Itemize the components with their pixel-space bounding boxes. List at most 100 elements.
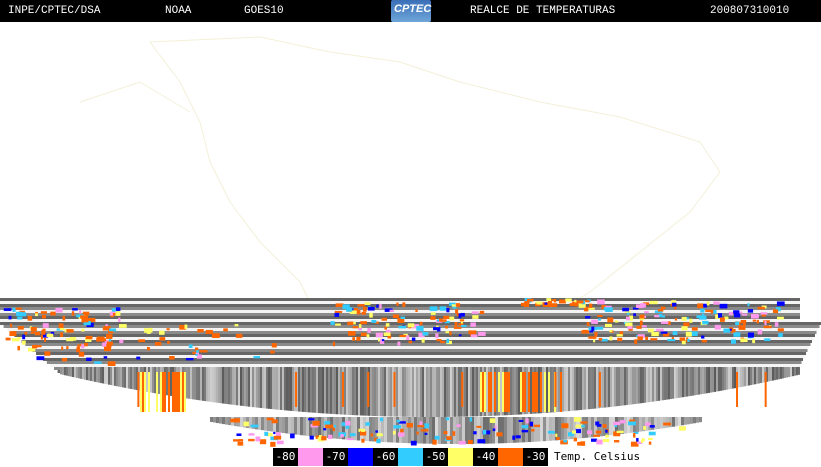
- pixel-block: [714, 324, 721, 330]
- pixel-block: [713, 301, 720, 305]
- pixel-block: [384, 367, 386, 417]
- pixel-block: [326, 367, 328, 414]
- pixel-block: [412, 367, 414, 417]
- pixel-block: [674, 367, 676, 399]
- pixel-block: [438, 417, 441, 444]
- pixel-block: [414, 367, 416, 417]
- pixel-block: [561, 423, 569, 429]
- pixel-block: [84, 367, 86, 380]
- pixel-block: [250, 367, 252, 407]
- pixel-block: [752, 367, 754, 385]
- pixel-block: [404, 367, 406, 417]
- pixel-block: [284, 367, 286, 411]
- pixel-block: [422, 331, 429, 336]
- pixel-block: [626, 316, 630, 321]
- pixel-block: [663, 417, 666, 429]
- pixel-block: [639, 320, 643, 326]
- pixel-block: [137, 372, 140, 407]
- pixel-block: [526, 367, 528, 415]
- pixel-block: [507, 417, 510, 444]
- pixel-block: [19, 312, 27, 317]
- pixel-block: [106, 343, 112, 348]
- pixel-block: [93, 361, 102, 364]
- pixel-block: [768, 367, 770, 382]
- pixel-block: [662, 315, 666, 318]
- pixel-block: [279, 417, 282, 433]
- pixel-block: [764, 338, 771, 341]
- pixel-block: [291, 417, 294, 435]
- pixel-block: [424, 432, 428, 436]
- pixel-block: [604, 323, 612, 328]
- pixel-block: [411, 337, 416, 341]
- pixel-block: [351, 310, 357, 313]
- pixel-block: [460, 312, 465, 317]
- pixel-block: [60, 332, 64, 338]
- pixel-block: [108, 367, 110, 385]
- pixel-block: [618, 367, 620, 406]
- pixel-block: [597, 417, 600, 437]
- pixel-block: [352, 367, 354, 416]
- pixel-block: [465, 417, 468, 444]
- pixel-block: [292, 367, 294, 412]
- pixel-block: [508, 372, 510, 412]
- pixel-block: [164, 372, 166, 412]
- pixel-block: [498, 372, 500, 412]
- pixel-block: [552, 417, 555, 441]
- pixel-block: [370, 433, 374, 437]
- pixel-block: [774, 367, 776, 381]
- pixel-block: [86, 367, 88, 381]
- pixel-block: [449, 316, 455, 321]
- pixel-block: [42, 323, 49, 328]
- pixel-block: [12, 307, 16, 312]
- pixel-block: [596, 367, 598, 409]
- pixel-block: [365, 422, 370, 426]
- pixel-block: [546, 298, 552, 302]
- pixel-block: [641, 439, 644, 444]
- pixel-block: [195, 353, 198, 356]
- pixel-block: [36, 356, 45, 361]
- pixel-block: [655, 328, 664, 332]
- pixel-block: [782, 367, 784, 379]
- pixel-block: [575, 429, 582, 434]
- pixel-block: [210, 417, 213, 422]
- pixel-block: [114, 367, 116, 386]
- pixel-block: [428, 367, 430, 417]
- legend-label: -60: [373, 448, 398, 466]
- pixel-block: [118, 324, 127, 328]
- pixel-block: [70, 367, 72, 377]
- pixel-block: [672, 367, 674, 399]
- pixel-block: [456, 313, 459, 317]
- pixel-block: [640, 367, 642, 404]
- pixel-block: [587, 307, 595, 310]
- pixel-block: [580, 367, 582, 410]
- pixel-block: [605, 307, 613, 312]
- pixel-block: [444, 367, 446, 417]
- cloud-band: [0, 298, 821, 447]
- pixel-block: [234, 324, 239, 327]
- pixel-block: [756, 367, 758, 384]
- pixel-block: [719, 303, 728, 309]
- pixel-block: [713, 309, 717, 314]
- pixel-block: [398, 367, 400, 417]
- pixel-block: [85, 335, 93, 340]
- pixel-block: [170, 367, 172, 396]
- pixel-block: [306, 367, 308, 413]
- pixel-block: [120, 367, 122, 388]
- pixel-block: [712, 367, 714, 393]
- pixel-block: [350, 367, 352, 416]
- pixel-block: [544, 302, 548, 305]
- pixel-block: [628, 367, 630, 405]
- pixel-block: [381, 317, 387, 321]
- pixel-block: [398, 432, 405, 437]
- pixel-block: [458, 440, 466, 445]
- pixel-block: [638, 367, 640, 404]
- pixel-block: [362, 367, 364, 416]
- pixel-block: [132, 367, 134, 390]
- pixel-block: [8, 315, 12, 320]
- pixel-block: [633, 432, 636, 438]
- pixel-block: [310, 367, 312, 413]
- pixel-block: [718, 367, 720, 392]
- pixel-block: [529, 421, 534, 427]
- pixel-block: [130, 367, 132, 389]
- pixel-block: [688, 367, 690, 397]
